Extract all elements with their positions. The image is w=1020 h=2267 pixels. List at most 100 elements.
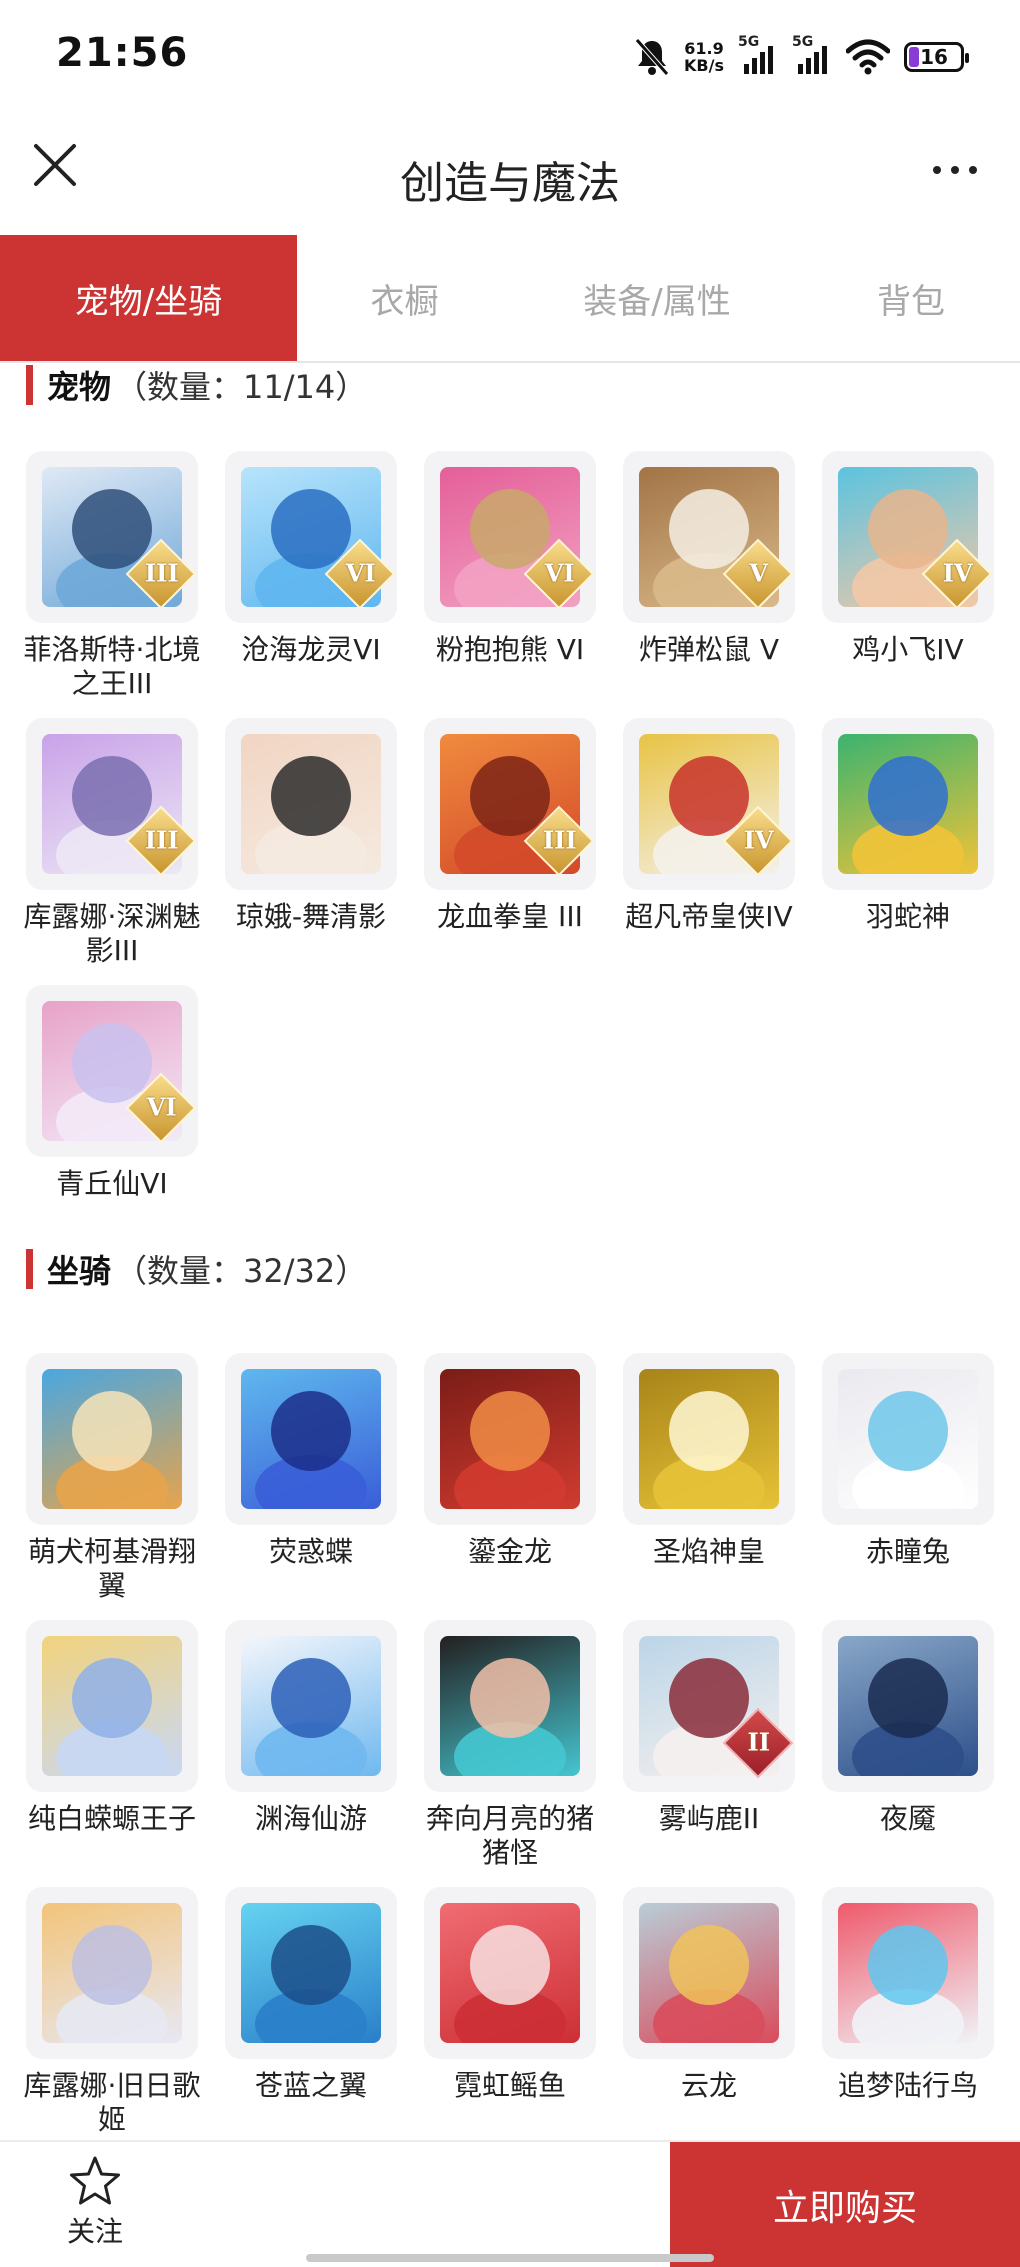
pet-thumbnail: V xyxy=(623,451,795,623)
mount-name: 渊海仙游 xyxy=(254,1802,367,1835)
mount-thumbnail xyxy=(623,1887,795,2059)
mount-card[interactable]: 夜魇 xyxy=(822,1620,994,1887)
pet-thumbnail: IV xyxy=(822,451,994,623)
signal-1-icon: 5G xyxy=(738,34,778,74)
mount-artwork xyxy=(440,1903,580,2043)
mount-card[interactable]: 奔向月亮的猪猪怪 xyxy=(424,1620,596,1887)
tab-equipment[interactable]: 装备/属性 xyxy=(512,235,802,361)
mount-artwork xyxy=(42,1636,182,1776)
mount-name: 鎏金龙 xyxy=(467,1535,552,1568)
battery-icon: 16 xyxy=(904,42,969,72)
follow-button[interactable]: 关注 xyxy=(50,2154,140,2250)
mount-name: 圣焰神皇 xyxy=(652,1535,765,1568)
pet-card[interactable]: VI 粉抱抱熊 VI xyxy=(424,451,596,718)
clock: 21:56 xyxy=(56,30,189,76)
mute-bell-icon xyxy=(635,38,669,76)
pet-thumbnail: III xyxy=(26,718,198,890)
pet-card[interactable]: IV 鸡小飞IV xyxy=(822,451,994,718)
tab-backpack[interactable]: 背包 xyxy=(802,235,1020,361)
section-marker xyxy=(26,1249,33,1289)
mount-card[interactable]: II 雾屿鹿II xyxy=(623,1620,795,1887)
scroll-content[interactable]: 宠物 （数量：11/14） III 菲洛斯特·北境之王III VI 沧海龙灵VI VI 粉… xyxy=(0,363,1020,2140)
pet-card[interactable]: 羽蛇神 xyxy=(822,718,994,985)
mount-card[interactable]: 追梦陆行鸟 xyxy=(822,1887,994,2140)
mount-artwork xyxy=(241,1903,381,2043)
rank-text: VI xyxy=(345,558,376,588)
mount-card[interactable]: 圣焰神皇 xyxy=(623,1353,795,1620)
mount-name: 库露娜·旧日歌姬 xyxy=(23,2069,201,2136)
more-icon[interactable] xyxy=(930,160,980,180)
mount-name: 苍蓝之翼 xyxy=(254,2069,367,2102)
pet-artwork xyxy=(241,734,381,874)
pet-name: 沧海龙灵VI xyxy=(241,633,381,666)
mount-thumbnail: II xyxy=(623,1620,795,1792)
page-title: 创造与魔法 xyxy=(400,158,620,209)
mounts-count: （数量：32/32） xyxy=(115,1252,368,1290)
mount-thumbnail xyxy=(424,1887,596,2059)
pets-title: 宠物 xyxy=(47,368,112,406)
mount-artwork xyxy=(440,1636,580,1776)
follow-label: 关注 xyxy=(66,2215,123,2248)
mount-name: 霓虹鳐鱼 xyxy=(453,2069,566,2102)
mount-card[interactable]: 鎏金龙 xyxy=(424,1353,596,1620)
home-indicator[interactable] xyxy=(306,2254,714,2262)
wifi-icon xyxy=(846,39,890,75)
pet-card[interactable]: V 炸弹松鼠 V xyxy=(623,451,795,718)
mount-thumbnail xyxy=(822,1620,994,1792)
mount-card[interactable]: 渊海仙游 xyxy=(225,1620,397,1887)
mount-name: 赤瞳兔 xyxy=(865,1535,950,1568)
pet-name: 琼娥-舞清影 xyxy=(235,900,387,933)
mount-card[interactable]: 苍蓝之翼 xyxy=(225,1887,397,2140)
mount-card[interactable]: 霓虹鳐鱼 xyxy=(424,1887,596,2140)
mount-name: 荧惑蝶 xyxy=(268,1535,353,1568)
mount-card[interactable]: 库露娜·旧日歌姬 xyxy=(24,1887,200,2140)
mount-thumbnail xyxy=(26,1887,198,2059)
mount-artwork xyxy=(639,1369,779,1509)
pet-card[interactable]: III 龙血拳皇 III xyxy=(424,718,596,985)
mounts-grid: 萌犬柯基滑翔翼 荧惑蝶 鎏金龙 圣焰神皇 赤瞳兔纯白蝾螈王子 渊海仙游 奔向月亮的猪猪怪 II… xyxy=(24,1353,1006,2140)
mount-thumbnail xyxy=(424,1620,596,1792)
pets-count: （数量：11/14） xyxy=(115,368,368,406)
mount-artwork xyxy=(838,1369,978,1509)
signal-2-icon: 5G xyxy=(792,34,832,74)
tab-wardrobe[interactable]: 衣橱 xyxy=(297,235,512,361)
mount-card[interactable]: 荧惑蝶 xyxy=(225,1353,397,1620)
pet-card[interactable]: VI 青丘仙VI xyxy=(26,985,198,1252)
mount-artwork xyxy=(241,1369,381,1509)
pet-card[interactable]: III 菲洛斯特·北境之王III xyxy=(24,451,200,718)
pet-thumbnail: VI xyxy=(26,985,198,1157)
mount-name: 纯白蝾螈王子 xyxy=(27,1802,196,1835)
pet-card[interactable]: VI 沧海龙灵VI xyxy=(225,451,397,718)
buy-now-button[interactable]: 立即购买 xyxy=(670,2142,1020,2267)
pets-grid: III 菲洛斯特·北境之王III VI 沧海龙灵VI VI 粉抱抱熊 VI V 炸弹松鼠 V I… xyxy=(24,451,1006,1252)
rank-text: III xyxy=(144,558,179,588)
mount-card[interactable]: 赤瞳兔 xyxy=(822,1353,994,1620)
section-marker xyxy=(26,365,33,405)
pet-card[interactable]: IV 超凡帝皇侠IV xyxy=(623,718,795,985)
mount-thumbnail xyxy=(424,1353,596,1525)
mount-thumbnail xyxy=(822,1887,994,2059)
pet-thumbnail: IV xyxy=(623,718,795,890)
bottom-bar: 关注 立即购买 xyxy=(0,2140,1020,2267)
pet-card[interactable]: 琼娥-舞清影 xyxy=(225,718,397,985)
status-icons: 61.9 KB/s 5G 5G 16 xyxy=(634,34,969,80)
battery-level: 16 xyxy=(920,45,948,69)
mount-card[interactable]: 云龙 xyxy=(623,1887,795,2140)
pet-name: 龙血拳皇 III xyxy=(437,900,583,933)
mount-artwork xyxy=(42,1369,182,1509)
pet-thumbnail: III xyxy=(26,451,198,623)
pet-name: 羽蛇神 xyxy=(865,900,950,933)
mount-card[interactable]: 纯白蝾螈王子 xyxy=(26,1620,198,1887)
rank-text: V xyxy=(749,558,769,588)
tab-pets-mounts[interactable]: 宠物/坐骑 xyxy=(0,235,297,361)
pet-name: 超凡帝皇侠IV xyxy=(625,900,793,933)
mounts-section-header: 坐骑 （数量：32/32） xyxy=(26,1247,367,1291)
pet-card[interactable]: III 库露娜·深渊魅影III xyxy=(24,718,200,985)
status-bar: 21:56 61.9 KB/s 5G 5G 16 xyxy=(0,0,1020,115)
pet-thumbnail xyxy=(225,718,397,890)
mount-artwork xyxy=(639,1903,779,2043)
pet-name: 炸弹松鼠 V xyxy=(638,633,780,666)
network-speed: 61.9 KB/s xyxy=(684,40,724,74)
mount-thumbnail xyxy=(26,1353,198,1525)
mount-card[interactable]: 萌犬柯基滑翔翼 xyxy=(26,1353,198,1620)
